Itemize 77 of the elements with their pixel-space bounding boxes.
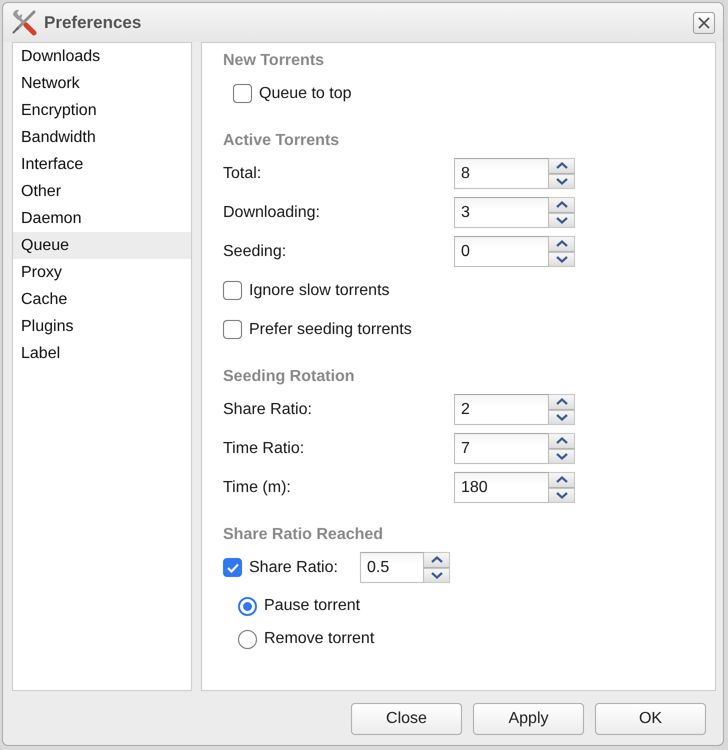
- section-heading: Share Ratio Reached: [223, 525, 384, 545]
- checkbox[interactable]: [223, 320, 242, 339]
- radio-button[interactable]: [238, 630, 257, 648]
- chevron-up-icon: [556, 162, 568, 170]
- sidebar-item[interactable]: Cache: [13, 286, 191, 313]
- radio-button[interactable]: [238, 596, 257, 616]
- spin-down-button[interactable]: [549, 448, 575, 464]
- radio-label: Pause torrent: [264, 597, 360, 615]
- number-field[interactable]: 0.5: [360, 552, 424, 583]
- chevron-down-icon: [556, 492, 568, 499]
- field-label: Time Ratio:: [223, 440, 306, 458]
- window-title: Preferences: [44, 12, 142, 32]
- field-label: Seeding:: [223, 242, 288, 260]
- chevron-up-icon: [556, 476, 568, 484]
- spin-down-button[interactable]: [549, 174, 575, 189]
- checkbox[interactable]: [223, 281, 242, 300]
- checkbox-label: Share Ratio:: [249, 558, 339, 576]
- checkbox-label: Ignore slow torrents: [249, 282, 390, 300]
- number-field[interactable]: 0: [454, 236, 549, 267]
- number-field[interactable]: 7: [454, 433, 549, 464]
- dialog-button[interactable]: Close: [351, 702, 462, 734]
- section-heading: Seeding Rotation: [223, 367, 356, 387]
- chevron-down-icon: [556, 414, 568, 421]
- chevron-up-icon: [556, 437, 568, 444]
- checkbox-label: Prefer seeding torrents: [249, 320, 412, 338]
- sidebar-item[interactable]: Queue: [13, 232, 191, 259]
- number-field[interactable]: 3: [454, 197, 549, 228]
- spin-down-button[interactable]: [549, 212, 575, 228]
- chevron-down-icon: [556, 178, 568, 185]
- sidebar-item[interactable]: Plugins: [13, 313, 191, 340]
- spin-up-button[interactable]: [549, 472, 575, 488]
- spin-up-button[interactable]: [549, 394, 575, 410]
- spin-up-button[interactable]: [549, 236, 575, 252]
- spin-down-button[interactable]: [424, 568, 450, 583]
- chevron-up-icon: [430, 556, 442, 564]
- spin-up-button[interactable]: [549, 433, 575, 448]
- sidebar-item[interactable]: Downloads: [13, 43, 191, 70]
- spin-down-button[interactable]: [549, 252, 575, 267]
- radio-label: Remove torrent: [264, 630, 374, 648]
- spin-up-button[interactable]: [549, 197, 575, 212]
- checkbox[interactable]: [223, 558, 242, 577]
- chevron-up-icon: [556, 201, 568, 208]
- sidebar-item[interactable]: Proxy: [13, 259, 191, 286]
- section-heading: New Torrents: [223, 51, 326, 71]
- number-field[interactable]: 180: [454, 472, 549, 503]
- spin-down-button[interactable]: [549, 488, 575, 503]
- dialog-button[interactable]: OK: [595, 702, 706, 734]
- checkbox-label: Queue to top: [259, 84, 352, 102]
- field-label: Total:: [223, 164, 262, 182]
- close-button[interactable]: [693, 12, 715, 34]
- section-heading: Active Torrents: [223, 131, 340, 151]
- chevron-up-icon: [556, 240, 568, 248]
- number-field[interactable]: 2: [454, 394, 549, 425]
- chevron-down-icon: [556, 452, 568, 460]
- check-icon: [226, 562, 238, 572]
- spin-up-button[interactable]: [424, 552, 450, 568]
- field-label: Downloading:: [223, 204, 321, 222]
- sidebar-item[interactable]: Daemon: [13, 205, 191, 232]
- field-label: Share Ratio:: [223, 400, 313, 418]
- field-label: Time (m):: [223, 478, 292, 496]
- chevron-down-icon: [556, 256, 568, 263]
- chevron-down-icon: [430, 572, 442, 579]
- chevron-down-icon: [556, 216, 568, 224]
- sidebar-item[interactable]: Bandwidth: [13, 124, 191, 151]
- wrench-screwdriver-icon: [11, 9, 37, 36]
- dialog-button[interactable]: Apply: [473, 702, 584, 734]
- close-icon: [698, 16, 710, 28]
- number-field[interactable]: 8: [454, 158, 549, 189]
- sidebar-item[interactable]: Interface: [13, 151, 191, 178]
- checkbox[interactable]: [233, 84, 252, 103]
- sidebar-item[interactable]: Other: [13, 178, 191, 205]
- sidebar-item[interactable]: Encryption: [13, 97, 191, 124]
- sidebar-item[interactable]: Network: [13, 70, 191, 97]
- spin-down-button[interactable]: [549, 410, 575, 425]
- sidebar-item[interactable]: Label: [13, 340, 191, 367]
- chevron-up-icon: [556, 398, 568, 406]
- spin-up-button[interactable]: [549, 158, 575, 174]
